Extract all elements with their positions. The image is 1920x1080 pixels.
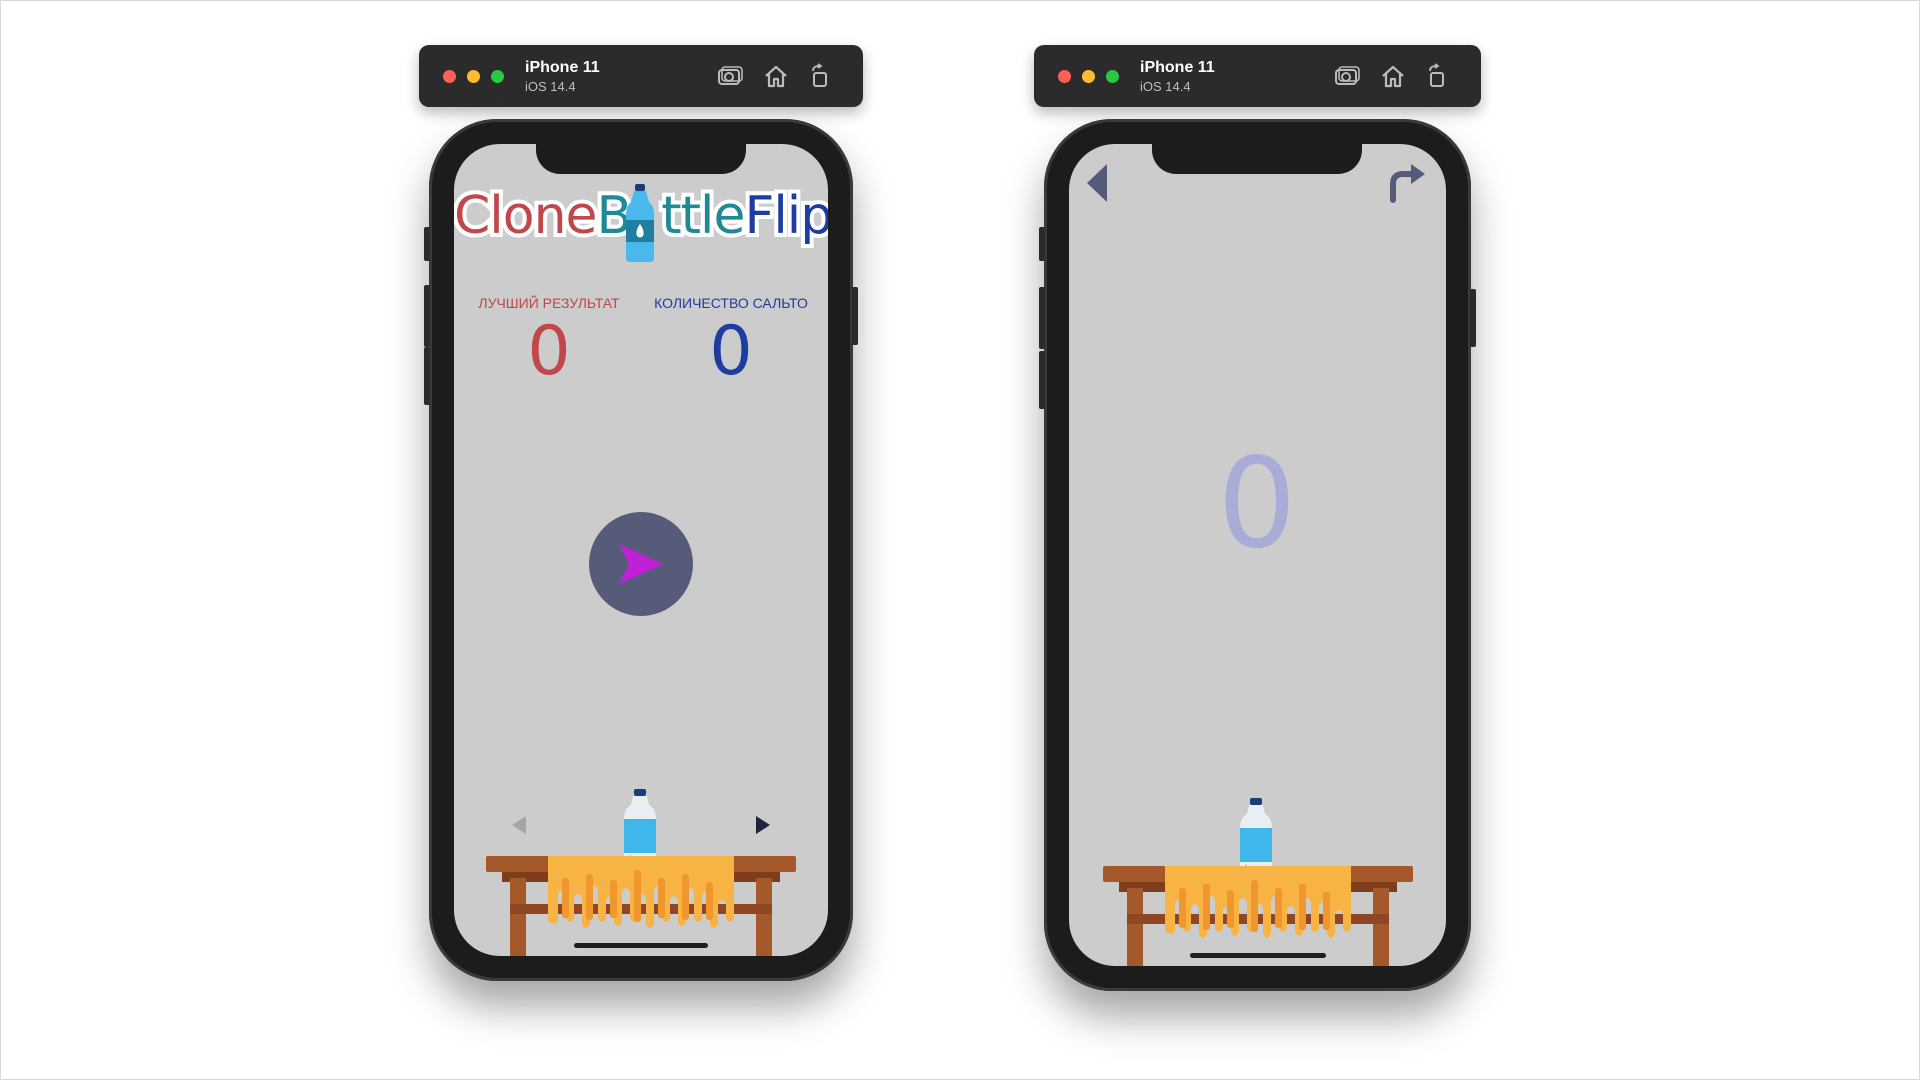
- home-icon[interactable]: [1380, 63, 1406, 89]
- zoom-window-button[interactable]: [1106, 70, 1119, 83]
- mute-switch: [1039, 227, 1045, 261]
- flip-count-label: КОЛИЧЕСТВО САЛЬТО: [654, 295, 808, 311]
- table: [486, 856, 796, 956]
- home-icon[interactable]: [763, 63, 789, 89]
- rotate-icon[interactable]: [807, 63, 833, 89]
- play-arrow-icon: [619, 544, 663, 584]
- volume-up-button: [424, 285, 430, 347]
- rotate-icon[interactable]: [1424, 63, 1450, 89]
- volume-up-button: [1039, 287, 1045, 349]
- desktop-canvas: iPhone 11 iOS 14.4 CloneB ttleFlip ЛУЧШИ…: [0, 0, 1920, 1080]
- device-name: iPhone 11: [1140, 59, 1215, 76]
- notch: [536, 144, 746, 174]
- os-version: iOS 14.4: [525, 79, 576, 94]
- play-button[interactable]: [589, 512, 693, 616]
- best-result-label: ЛУЧШИЙ РЕЗУЛЬТАТ: [478, 295, 620, 311]
- best-result-value: 0: [527, 312, 571, 391]
- volume-down-button: [424, 347, 430, 405]
- notch: [1152, 144, 1362, 174]
- home-indicator[interactable]: [574, 943, 708, 948]
- back-button[interactable]: [1083, 162, 1111, 204]
- restart-button[interactable]: [1387, 162, 1429, 204]
- simulator-toolbar: iPhone 11 iOS 14.4: [419, 45, 863, 107]
- screenshot-icon[interactable]: [717, 63, 743, 89]
- phone-frame: CloneB ttleFlip ЛУЧШИЙ РЕЗУЛЬТАТ 0 КОЛИЧЕ…: [424, 119, 858, 981]
- prev-bottle-button[interactable]: [510, 814, 528, 836]
- volume-down-button: [1039, 351, 1045, 409]
- minimize-window-button[interactable]: [467, 70, 480, 83]
- power-button: [852, 287, 858, 345]
- flip-count-value: 0: [709, 312, 753, 391]
- simulator-toolbar: iPhone 11 iOS 14.4: [1034, 45, 1481, 107]
- minimize-window-button[interactable]: [1082, 70, 1095, 83]
- next-bottle-button[interactable]: [754, 814, 772, 836]
- logo-bottle-icon: [626, 184, 654, 262]
- screenshot-icon[interactable]: [1334, 63, 1360, 89]
- current-score: 0: [1217, 432, 1297, 576]
- mute-switch: [424, 227, 430, 261]
- table: [1103, 866, 1413, 966]
- power-button: [1470, 289, 1476, 347]
- phone-frame: 0: [1039, 119, 1476, 991]
- device-name: iPhone 11: [525, 59, 600, 76]
- close-window-button[interactable]: [443, 70, 456, 83]
- zoom-window-button[interactable]: [491, 70, 504, 83]
- home-indicator[interactable]: [1190, 953, 1326, 958]
- os-version: iOS 14.4: [1140, 79, 1191, 94]
- close-window-button[interactable]: [1058, 70, 1071, 83]
- game-screen: 0: [1069, 144, 1446, 966]
- menu-screen: CloneB ttleFlip ЛУЧШИЙ РЕЗУЛЬТАТ 0 КОЛИЧЕ…: [454, 144, 828, 956]
